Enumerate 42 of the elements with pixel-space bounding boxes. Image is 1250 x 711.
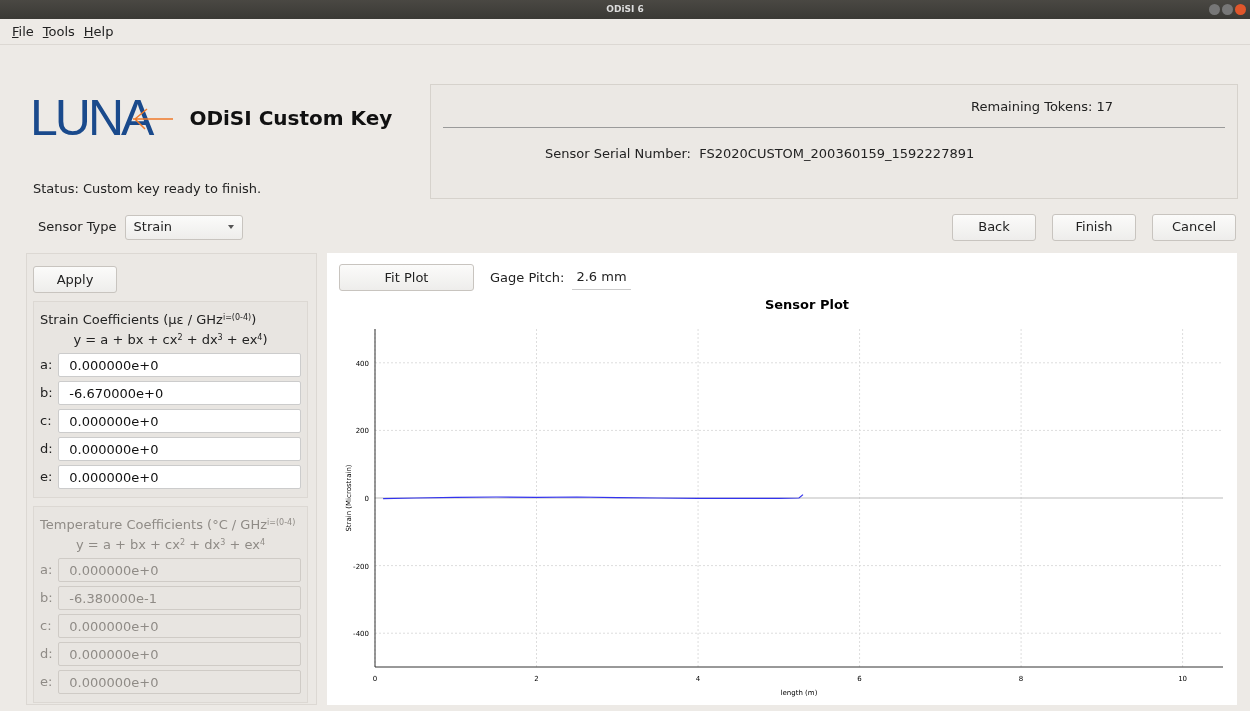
logo: LUNA	[30, 93, 152, 143]
action-button[interactable]: Back	[952, 213, 1036, 241]
coefficient-field[interactable]: 0.000000e+0	[58, 465, 301, 489]
field-label: b:	[40, 384, 54, 403]
caret-icon	[227, 225, 234, 229]
status-text: Status: Custom key ready to finish.	[33, 180, 263, 198]
field-label: d:	[40, 645, 54, 664]
menu-item[interactable]: File	[12, 21, 34, 42]
field-label: d:	[40, 440, 54, 459]
maximize-button[interactable]	[1222, 4, 1233, 15]
coefficient-field[interactable]: 0.000000e+0	[58, 437, 301, 461]
field-label: e:	[40, 673, 54, 692]
minimize-button[interactable]	[1209, 4, 1220, 15]
gage-pitch-value: 2.6 mm	[572, 265, 631, 290]
fit-plot-button[interactable]: Fit Plot	[339, 264, 474, 291]
group-title: Temperature Coefficients (°C / GHz$^{i=(0-4)}$	[40, 516, 297, 534]
menu-item[interactable]: Help	[83, 21, 114, 42]
apply-button[interactable]: Apply	[33, 266, 117, 293]
field-label: b:	[40, 589, 54, 608]
group-title: Strain Coefficients (με / GHz$^{i=(0-4)}$)	[40, 311, 258, 329]
menu-item[interactable]: Tools	[42, 21, 75, 42]
coefficient-field[interactable]: 0.000000e+0	[58, 353, 301, 377]
formula-text: y = a + bx + cx$^{2}$ + dx$^{3}$ + ex$^{4}$	[75, 535, 266, 554]
field-label: a:	[40, 356, 54, 375]
action-button[interactable]: Finish	[1052, 213, 1136, 241]
field-label: c:	[40, 412, 53, 431]
coefficient-field[interactable]: 0.000000e+0	[58, 409, 301, 433]
action-button[interactable]: Cancel	[1152, 213, 1236, 241]
sensor-type-label: Sensor Type	[38, 218, 117, 237]
field-label: a:	[40, 561, 54, 580]
app-title: ODiSI Custom Key	[189, 105, 393, 132]
tokens-label: Remaining Tokens: 17	[971, 98, 1113, 116]
gage-pitch-label: Gage Pitch:	[490, 268, 565, 287]
formula-text: y = a + bx + cx$^{2}$ + dx$^{3}$ + ex$^{4}$)	[72, 330, 269, 349]
serial-number: Sensor Serial Number: FS2020CUSTOM_200360159_1592227891	[545, 144, 975, 163]
chart-title: Sensor Plot	[764, 297, 850, 312]
coefficient-field[interactable]: -6.670000e+0	[58, 381, 301, 405]
window-title: ODiSI 6	[606, 2, 644, 16]
close-button[interactable]	[1235, 4, 1246, 15]
field-label: c:	[40, 617, 53, 636]
sensor-type-dropdown[interactable]: Strain	[124, 214, 243, 240]
field-label: e:	[40, 468, 54, 487]
